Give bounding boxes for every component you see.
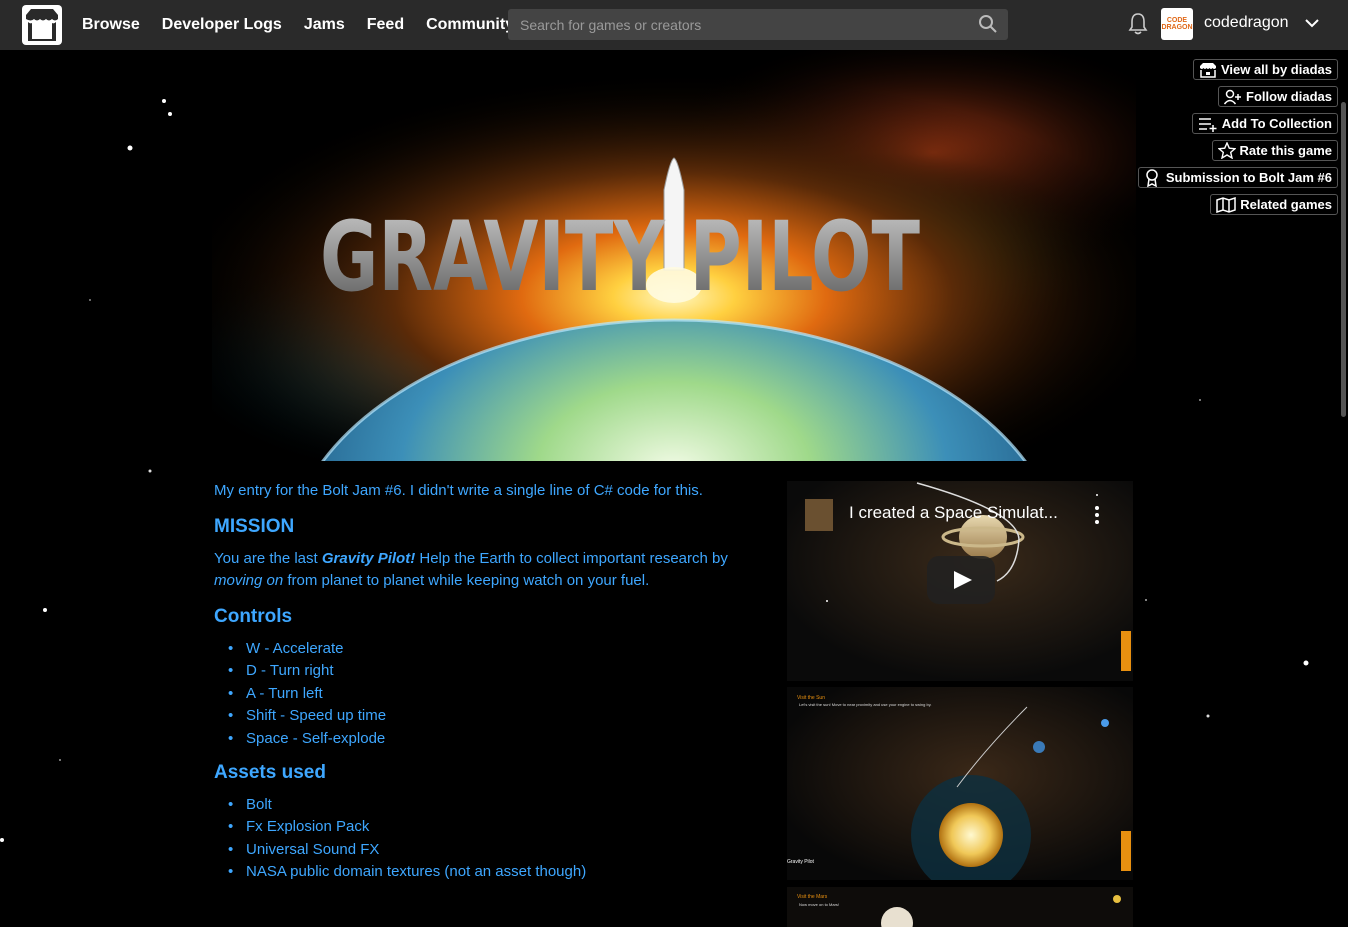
list-item: Fx Explosion Pack [228,816,764,839]
follow-button[interactable]: Follow diadas [1218,86,1338,107]
media-column: I created a Space Simulat... Visit the S… [787,481,1133,927]
video-title[interactable]: I created a Space Simulat... [849,503,1058,523]
related-games-button[interactable]: Related games [1210,194,1338,215]
list-item: Universal Sound FX [228,839,764,862]
view-all-button[interactable]: View all by diadas [1192,59,1338,80]
search-icon[interactable] [978,14,998,34]
award-icon [1146,168,1158,187]
intro-text: My entry for the Bolt Jam #6. I didn't w… [214,482,703,499]
game-banner: GRAVITY PILOT [212,50,1136,461]
screenshot-footer: Gravity Pilot [787,859,815,865]
game-actions: View all by diadas Follow diadas Add To … [1137,59,1338,221]
search-box [508,9,1008,40]
jam-submission-label: Submission to Bolt Jam #6 [1165,170,1332,185]
nav-jams[interactable]: Jams [304,16,345,34]
screenshot-text: Let's visit the sun! Move to near proxim… [799,702,932,707]
screenshot-image: Visit the Sun Let's visit the sun! Move … [787,687,1133,880]
rate-game-button[interactable]: Rate this game [1211,140,1338,161]
banner-title: GRAVITY PILOT [320,201,920,313]
more-options-icon[interactable] [1093,505,1101,525]
page-scrollbar[interactable] [1338,50,1348,920]
follow-label: Follow diadas [1246,89,1332,104]
list-plus-icon [1198,117,1217,132]
list-item: Shift - Speed up time [228,705,764,728]
screenshot-visit-sun[interactable]: Visit the Sun Let's visit the sun! Move … [787,687,1133,880]
user-plus-icon [1224,89,1242,104]
main-nav: Browse Developer Logs Jams Feed Communit… [82,16,536,34]
add-to-collection-button[interactable]: Add To Collection [1191,113,1338,134]
assets-list: Bolt Fx Explosion Pack Universal Sound F… [214,794,764,884]
related-games-label: Related games [1240,197,1332,212]
star-icon [1217,142,1236,159]
view-all-label: View all by diadas [1220,62,1332,77]
notification-bell-icon[interactable] [1127,12,1149,36]
list-item: D - Turn right [228,660,764,683]
screenshot-text: Now move on to Mars! [799,902,839,907]
user-avatar[interactable]: CODE DRAGON [1161,8,1193,40]
banner-artwork: GRAVITY PILOT [212,50,1136,461]
controls-heading: Controls [214,606,293,627]
list-item: W - Accelerate [228,638,764,661]
list-item: Bolt [228,794,764,817]
nav-feed[interactable]: Feed [367,16,404,34]
search-input[interactable] [518,15,962,34]
screenshot-caption: Visit the Mars [797,894,828,900]
username[interactable]: codedragon [1204,14,1289,32]
nav-browse[interactable]: Browse [82,16,140,34]
chevron-down-icon[interactable] [1304,15,1320,31]
map-icon [1216,196,1236,213]
add-to-collection-label: Add To Collection [1221,116,1332,131]
top-navigation-bar: Browse Developer Logs Jams Feed Communit… [0,0,1348,50]
nav-community[interactable]: Community [426,16,514,34]
screenshot-caption: Visit the Sun [797,695,825,701]
nav-developer-logs[interactable]: Developer Logs [162,16,282,34]
list-item: NASA public domain textures (not an asse… [228,861,764,884]
screenshot-image: Visit the Mars Now move on to Mars! [787,887,1133,927]
game-description: My entry for the Bolt Jam #6. I didn't w… [214,480,764,896]
itchio-icon [1199,62,1216,78]
rate-game-label: Rate this game [1239,143,1332,158]
jam-submission-button[interactable]: Submission to Bolt Jam #6 [1137,167,1338,188]
mission-heading: MISSION [214,516,295,537]
assets-heading: Assets used [214,762,326,784]
controls-list: W - Accelerate D - Turn right A - Turn l… [214,638,764,750]
screenshot-visit-mars[interactable]: Visit the Mars Now move on to Mars! [787,887,1133,927]
youtube-video-embed[interactable]: I created a Space Simulat... [787,481,1133,681]
list-item: A - Turn left [228,683,764,706]
list-item: Space - Self-explode [228,728,764,751]
play-button-icon[interactable] [927,556,995,604]
scrollbar-thumb[interactable] [1341,102,1346,417]
mission-text: You are the last Gravity Pilot! Help the… [214,550,728,589]
itchio-logo-icon[interactable] [22,5,62,45]
avatar-text: CODE DRAGON [1161,17,1193,31]
